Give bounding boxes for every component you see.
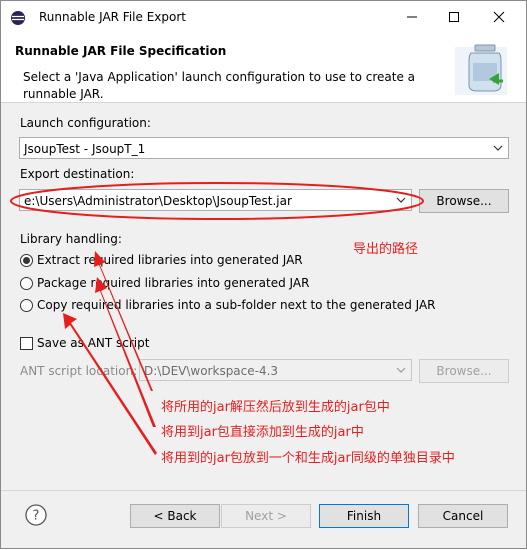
minimize-icon	[407, 16, 417, 18]
maximize-button[interactable]	[431, 1, 477, 33]
chevron-down-icon	[493, 145, 503, 151]
option-package-note: 将用到jar包直接添加到生成的jar中	[161, 425, 364, 440]
launch-config-label: Launch configuration:	[20, 116, 151, 130]
radio-copy[interactable]	[20, 299, 33, 312]
option-copy-note: 将用到的jar包放到一个和生成jar同级的单独目录中	[161, 451, 455, 466]
back-button[interactable]: < Back	[130, 504, 220, 528]
library-handling-label: Library handling:	[20, 232, 122, 246]
ant-browse-button[interactable]: Browse...	[419, 359, 509, 383]
export-destination-label: Export destination:	[20, 167, 135, 181]
save-ant-checkbox[interactable]	[20, 337, 33, 350]
wizard-header: Runnable JAR File Specification Select a…	[1, 33, 526, 103]
option-extract-label[interactable]: Extract required libraries into generate…	[37, 253, 303, 267]
close-icon	[493, 11, 505, 23]
ant-location-input[interactable]: D:\DEV\workspace-4.3	[139, 359, 412, 381]
option-package-label[interactable]: Package required libraries into generate…	[37, 276, 309, 290]
minimize-button[interactable]	[389, 1, 435, 33]
ant-location-label: ANT script location:	[20, 364, 138, 378]
svg-text:?: ?	[33, 509, 40, 524]
ant-location-value: D:\DEV\workspace-4.3	[144, 364, 279, 378]
chevron-down-icon	[396, 197, 406, 203]
window-title: Runnable JAR File Export	[39, 10, 186, 24]
radio-selected-dot	[23, 257, 30, 264]
finish-button[interactable]: Finish	[319, 504, 409, 528]
arrow-option-copy	[63, 313, 157, 455]
export-path-note: 导出的路径	[353, 242, 419, 257]
maximize-icon	[449, 12, 459, 22]
page-description: Select a 'Java Application' launch confi…	[23, 70, 415, 101]
radio-extract[interactable]	[20, 254, 33, 267]
help-icon[interactable]: ?	[25, 504, 47, 526]
option-extract-note: 将所用的jar解压然后放到生成的jar包中	[161, 400, 390, 415]
export-destination-value: e:\Users\Administrator\Desktop\JsoupTest…	[24, 194, 292, 208]
eclipse-icon	[11, 11, 25, 25]
launch-config-select[interactable]: JsoupTest - JsoupT_1	[19, 137, 509, 159]
export-dialog: Runnable JAR File Export Runnable JAR Fi…	[0, 0, 527, 549]
next-button[interactable]: Next >	[221, 504, 311, 528]
radio-package[interactable]	[20, 277, 33, 290]
option-copy-label[interactable]: Copy required libraries into a sub-folde…	[37, 298, 436, 312]
title-bar: Runnable JAR File Export	[1, 1, 526, 33]
button-bar-separator	[1, 490, 526, 491]
launch-config-value: JsoupTest - JsoupT_1	[24, 142, 146, 156]
export-destination-input[interactable]: e:\Users\Administrator\Desktop\JsoupTest…	[19, 189, 412, 211]
chevron-down-icon	[396, 367, 406, 373]
jar-export-icon	[455, 44, 507, 95]
save-ant-label[interactable]: Save as ANT script	[37, 336, 149, 350]
page-title: Runnable JAR File Specification	[15, 44, 227, 58]
close-button[interactable]	[476, 1, 522, 33]
cancel-button[interactable]: Cancel	[418, 504, 508, 528]
export-browse-button[interactable]: Browse...	[419, 189, 509, 213]
